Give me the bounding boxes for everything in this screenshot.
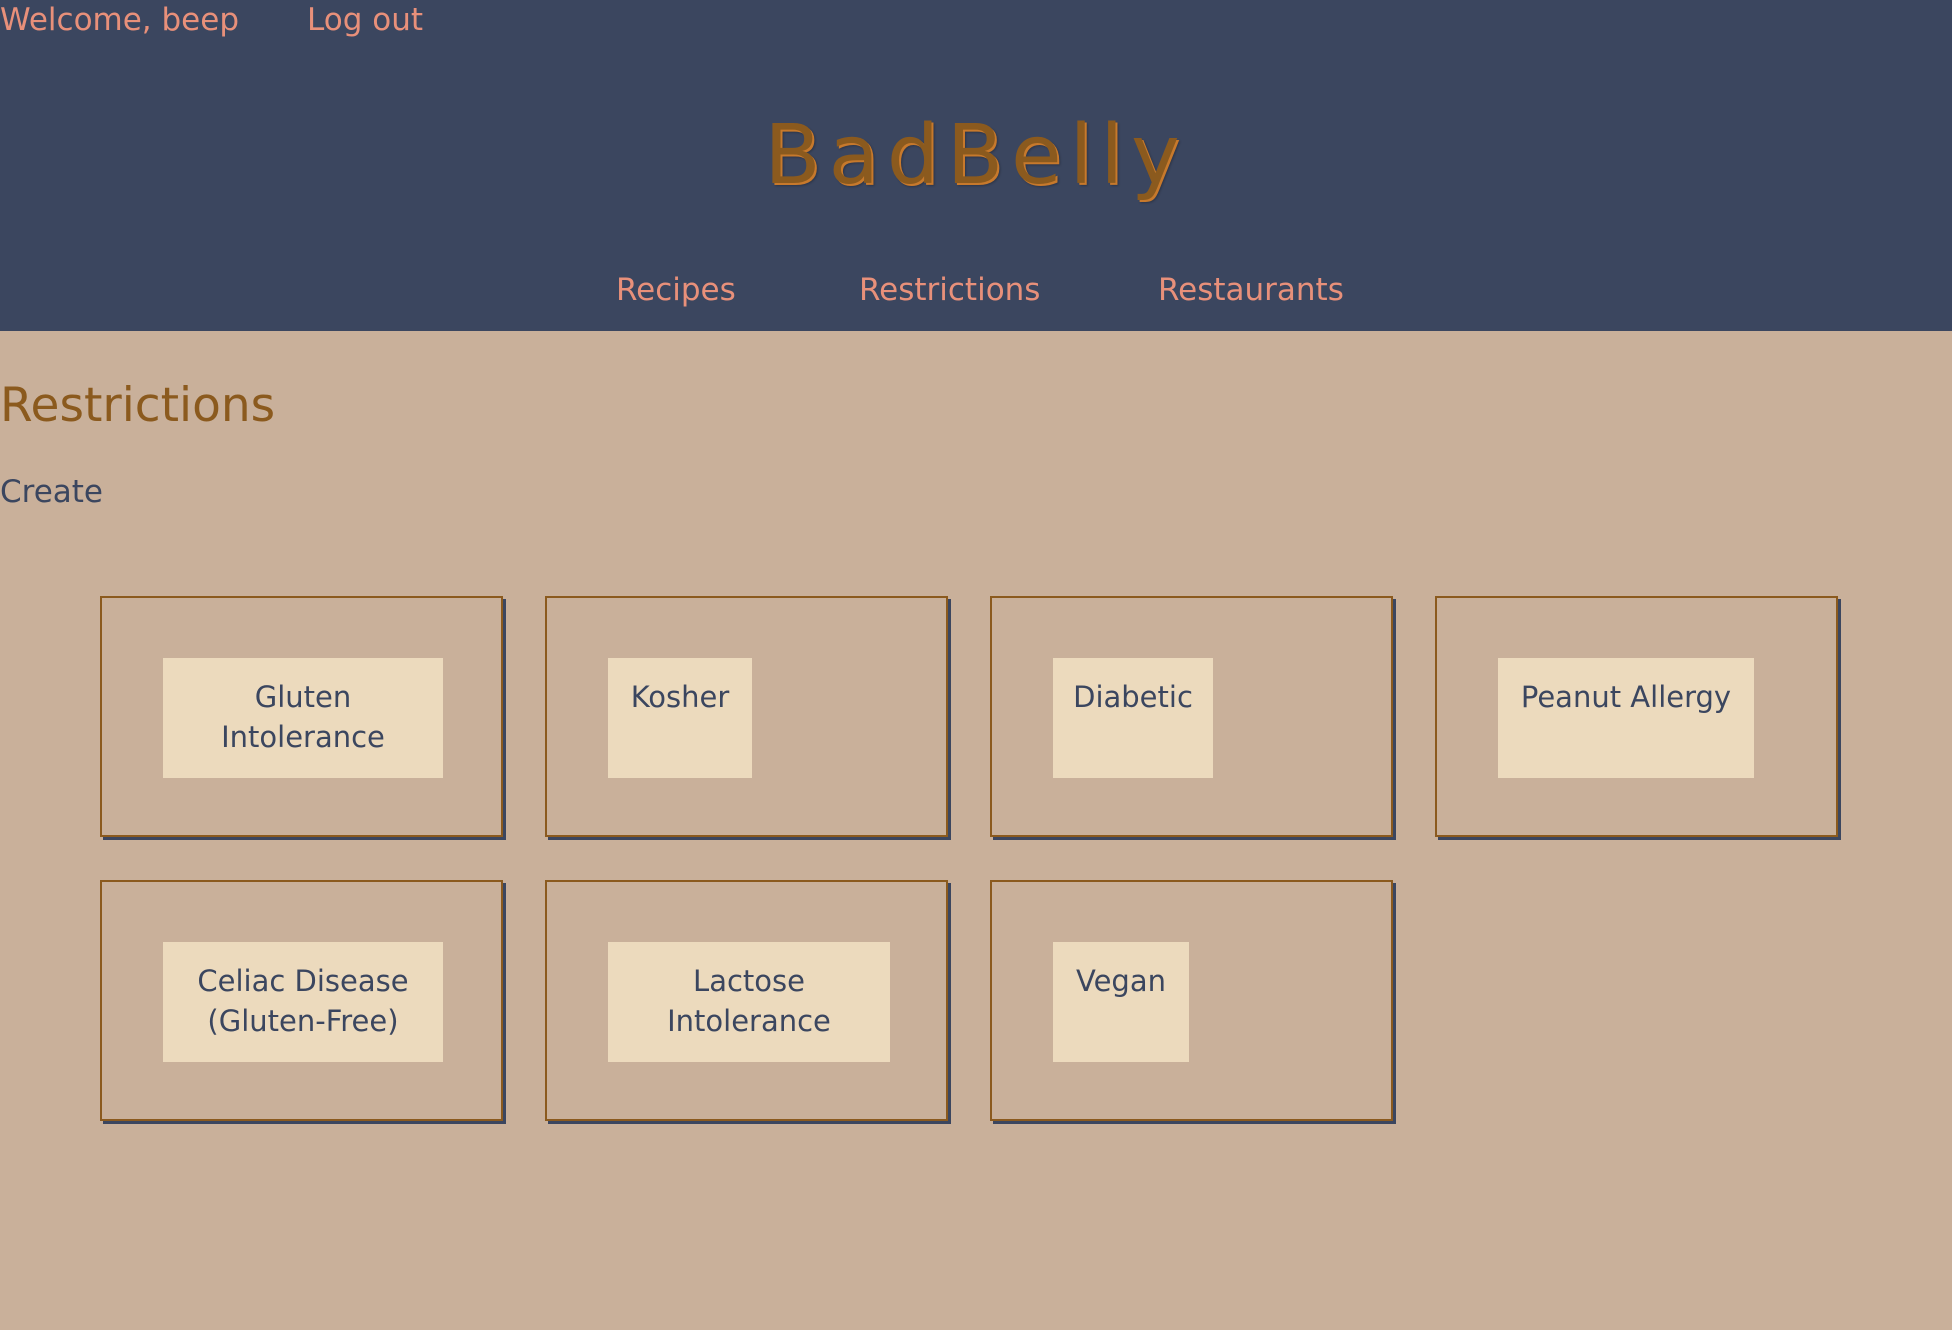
page-title: Restrictions xyxy=(0,378,276,433)
restriction-label: Celiac Disease (Gluten-Free) xyxy=(163,942,443,1062)
restriction-name-line2: Intolerance xyxy=(221,720,385,754)
restriction-card-diabetic[interactable]: Diabetic xyxy=(990,596,1393,837)
restriction-card-gluten-intolerance[interactable]: Gluten Intolerance xyxy=(100,596,503,837)
restriction-label: Gluten Intolerance xyxy=(163,658,443,778)
restriction-name-line1: Kosher xyxy=(630,680,730,714)
restriction-card-celiac-disease[interactable]: Celiac Disease (Gluten-Free) xyxy=(100,880,503,1121)
main-nav: Recipes Restrictions Restaurants xyxy=(0,272,1952,312)
restriction-name-line1: Gluten xyxy=(254,680,352,714)
restriction-card-kosher[interactable]: Kosher xyxy=(545,596,948,837)
restriction-name-line1: Lactose xyxy=(693,964,805,998)
restriction-label: Peanut Allergy xyxy=(1498,658,1754,778)
restriction-label: Diabetic xyxy=(1053,658,1213,778)
nav-item-recipes[interactable]: Recipes xyxy=(616,272,736,308)
restriction-name-line1: Vegan xyxy=(1076,964,1166,998)
brand-logo[interactable]: BadBelly xyxy=(0,108,1952,203)
create-link[interactable]: Create xyxy=(0,474,103,510)
restriction-name-line1: Diabetic xyxy=(1073,680,1193,714)
nav-item-restaurants[interactable]: Restaurants xyxy=(1158,272,1344,308)
restriction-card-vegan[interactable]: Vegan xyxy=(990,880,1393,1121)
restriction-name-line2: (Gluten-Free) xyxy=(207,1004,399,1038)
logout-link[interactable]: Log out xyxy=(307,2,423,38)
site-header: Welcome, beep Log out BadBelly Recipes R… xyxy=(0,0,1952,331)
user-bar: Welcome, beep Log out xyxy=(0,2,423,38)
restriction-card-lactose-intolerance[interactable]: Lactose Intolerance xyxy=(545,880,948,1121)
restriction-name-line2: Intolerance xyxy=(667,1004,831,1038)
restriction-name-line1: Peanut Allergy xyxy=(1520,680,1732,714)
restriction-name-line1: Celiac Disease xyxy=(197,964,409,998)
restriction-label: Vegan xyxy=(1053,942,1189,1062)
nav-item-restrictions[interactable]: Restrictions xyxy=(859,272,1040,308)
restriction-label: Kosher xyxy=(608,658,752,778)
welcome-message: Welcome, beep xyxy=(0,2,240,38)
restriction-card-peanut-allergy[interactable]: Peanut Allergy xyxy=(1435,596,1838,837)
restriction-label: Lactose Intolerance xyxy=(608,942,890,1062)
